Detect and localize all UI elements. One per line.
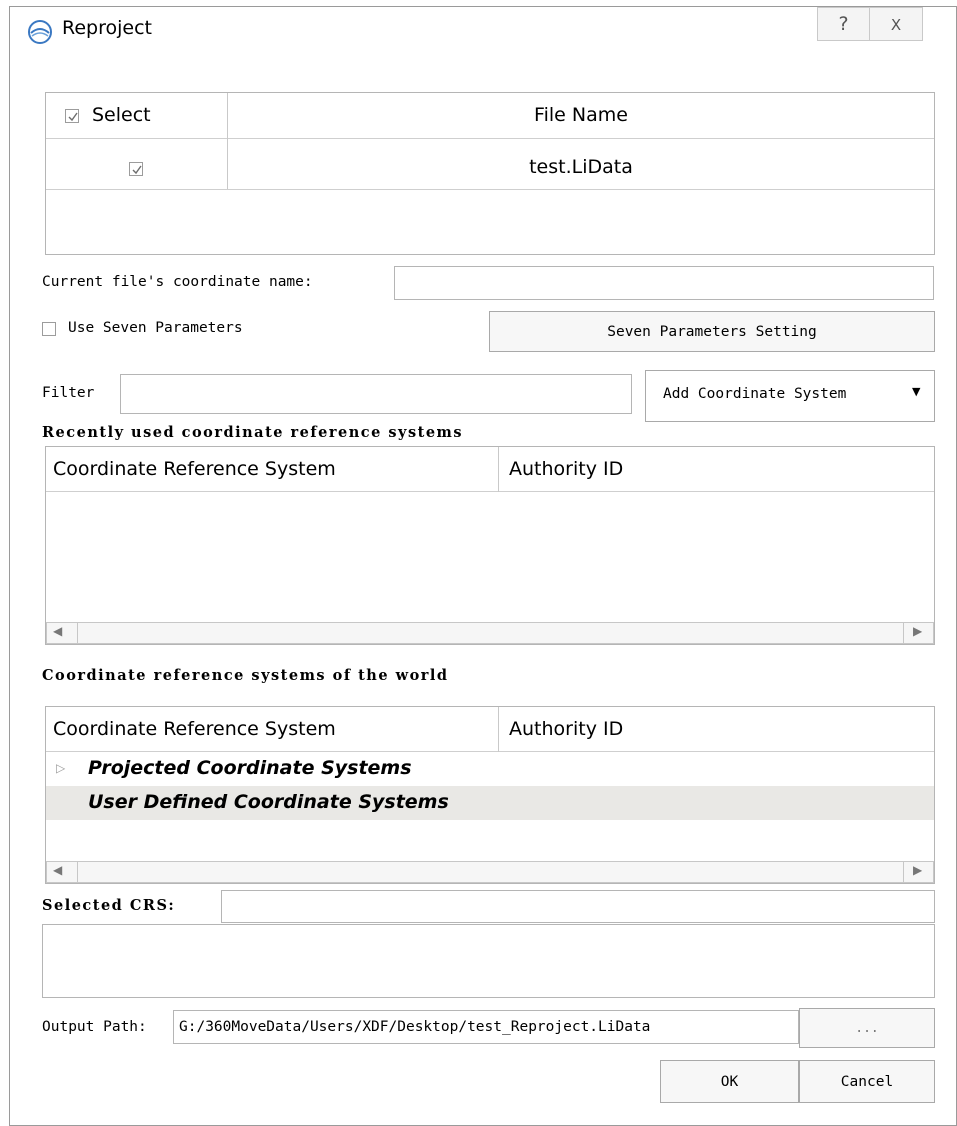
- scroll-divider: [77, 623, 78, 643]
- world-crs-heading: Coordinate reference systems of the worl…: [42, 667, 449, 684]
- scroll-left-icon[interactable]: ◀: [53, 624, 62, 638]
- select-column-header: Select: [92, 104, 151, 126]
- output-path-label: Output Path:: [42, 1019, 147, 1035]
- select-all-checkbox[interactable]: [65, 109, 79, 123]
- recent-authority-column: Authority ID: [509, 458, 624, 480]
- filter-input[interactable]: [120, 374, 632, 414]
- scroll-divider: [77, 862, 78, 882]
- cancel-button[interactable]: Cancel: [799, 1060, 935, 1103]
- output-path-input[interactable]: G:/360MoveData/Users/XDF/Desktop/test_Re…: [173, 1010, 799, 1044]
- coord-name-input[interactable]: [394, 266, 934, 300]
- seven-params-checkbox[interactable]: [42, 322, 56, 336]
- help-icon: ?: [838, 13, 849, 35]
- scroll-right-icon[interactable]: ▶: [913, 624, 922, 638]
- seven-params-setting-button[interactable]: Seven Parameters Setting: [489, 311, 935, 352]
- coord-name-label: Current file's coordinate name:: [42, 274, 313, 290]
- dropdown-arrow-icon: ▼: [912, 385, 921, 398]
- tree-item-projected[interactable]: ▷ Projected Coordinate Systems: [46, 754, 934, 786]
- world-horizontal-scrollbar[interactable]: ◀ ▶: [46, 861, 934, 883]
- expand-arrow-icon[interactable]: ▷: [56, 761, 65, 775]
- recent-column-divider: [498, 447, 499, 492]
- selected-crs-input[interactable]: [221, 890, 935, 923]
- recent-crs-heading: Recently used coordinate reference syste…: [42, 424, 464, 441]
- row-divider: [46, 189, 934, 190]
- help-button[interactable]: ?: [817, 7, 870, 41]
- recent-horizontal-scrollbar[interactable]: ◀ ▶: [46, 622, 934, 644]
- seven-params-label: Use Seven Parameters: [68, 320, 243, 336]
- window-title: Reproject: [62, 17, 152, 39]
- world-crs-column: Coordinate Reference System: [53, 718, 336, 740]
- filename-column-header: File Name: [534, 104, 628, 126]
- world-authority-column: Authority ID: [509, 718, 624, 740]
- file-name-cell[interactable]: test.LiData: [228, 156, 934, 178]
- filter-label: Filter: [42, 385, 95, 401]
- selected-crs-details: [42, 924, 935, 998]
- close-button[interactable]: X: [870, 7, 923, 41]
- scroll-right-icon[interactable]: ▶: [913, 863, 922, 877]
- recent-crs-column: Coordinate Reference System: [53, 458, 336, 480]
- file-row-checkbox[interactable]: [129, 162, 143, 176]
- tree-item-label: Projected Coordinate Systems: [88, 757, 412, 779]
- close-icon: X: [890, 16, 902, 34]
- ok-button[interactable]: OK: [660, 1060, 799, 1103]
- scroll-left-icon[interactable]: ◀: [53, 863, 62, 877]
- tree-item-user-defined[interactable]: User Defined Coordinate Systems: [46, 786, 934, 820]
- tree-item-label: User Defined Coordinate Systems: [88, 791, 449, 813]
- scroll-divider: [903, 623, 904, 643]
- browse-button[interactable]: ...: [799, 1008, 935, 1048]
- selected-crs-label: Selected CRS:: [42, 897, 176, 914]
- app-logo-icon: [27, 19, 53, 45]
- add-coordinate-system-label: Add Coordinate System: [663, 386, 847, 402]
- scroll-divider: [903, 862, 904, 882]
- world-column-divider: [498, 707, 499, 752]
- add-coordinate-system-button[interactable]: Add Coordinate System ▼: [645, 370, 935, 422]
